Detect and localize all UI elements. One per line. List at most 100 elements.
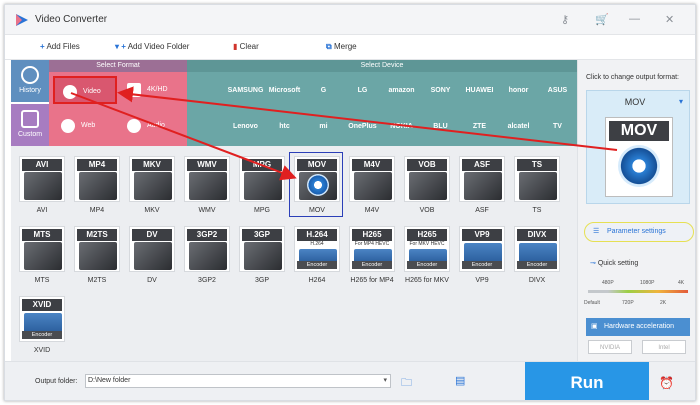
format-grid: AVI AVI MP4 MP4 MKV MKV WMV WMV MPG MPG MOV MOV M4V M… [11, 146, 577, 361]
web-format-button[interactable]: Web [53, 112, 117, 140]
clock-icon [21, 66, 39, 84]
select-format-header: Select Format [49, 60, 187, 72]
preview-folder-icon[interactable]: ▤ [455, 374, 465, 387]
web-label: Web [81, 122, 96, 129]
encoder-badge: Encoder [297, 261, 337, 269]
format-tile[interactable]: AVI [19, 156, 65, 202]
device-brand-button[interactable]: alcatel [499, 110, 538, 144]
close-icon[interactable]: ✕ [665, 13, 674, 26]
format-label: MPG [254, 207, 270, 214]
toolbar: + Add Files ▾ + Add Video Folder ▮ Clear… [5, 35, 695, 60]
output-folder-input[interactable]: D:\New folder ▾ [85, 374, 391, 388]
add-files-button[interactable]: + Add Files [40, 42, 80, 51]
format-tag: MTS [22, 229, 62, 241]
device-brand-button[interactable]: amazon [382, 74, 421, 108]
format-tile[interactable]: DV [129, 226, 175, 272]
format-subtitle: For MKV HEVC [409, 241, 445, 247]
folder-plus-icon: + [121, 42, 126, 51]
format-tile[interactable]: XVID Encoder [19, 296, 65, 342]
encoder-badge: Encoder [352, 261, 392, 269]
format-tile[interactable]: M2TS [74, 226, 120, 272]
select-device-header: Select Device [187, 60, 577, 72]
format-tag: XVID [22, 299, 62, 311]
format-tile[interactable]: TS [514, 156, 560, 202]
video-format-button[interactable]: Video [53, 76, 117, 104]
device-brand-button[interactable]: Microsoft [265, 74, 304, 108]
device-brand-button[interactable]: NOKIA [382, 110, 421, 144]
format-artwork-icon [464, 243, 502, 263]
minimize-icon[interactable]: — [629, 13, 640, 25]
format-label: XVID [33, 347, 51, 354]
chevron-down-icon[interactable]: ▾ [115, 42, 119, 51]
cart-icon[interactable]: 🛒 [595, 13, 609, 26]
run-button[interactable]: Run [525, 362, 649, 400]
output-format-selector[interactable]: MOV ▾ MOV [586, 90, 690, 204]
format-label: H264 [308, 277, 326, 284]
device-brand-button[interactable]: HUAWEI [460, 74, 499, 108]
chevron-down-icon[interactable]: ▾ [383, 375, 387, 387]
quality-slider[interactable] [588, 290, 688, 293]
parameter-settings-button[interactable]: ☰ Parameter settings [584, 222, 694, 242]
quality-tick: 4K [678, 280, 685, 286]
device-brand-button[interactable]: Lenovo [226, 110, 265, 144]
format-artwork-icon [519, 172, 557, 200]
format-tile[interactable]: H265 For MP4 HEVC Encoder [349, 226, 395, 272]
format-tile[interactable]: VP9 Encoder [459, 226, 505, 272]
device-brand-button[interactable]: ZTE [460, 110, 499, 144]
format-tile[interactable]: DIVX Encoder [514, 226, 560, 272]
format-label: M4V [364, 207, 380, 214]
app-logo-icon [16, 14, 28, 26]
device-brand-button[interactable]: honor [499, 74, 538, 108]
format-tile[interactable]: 3GP2 [184, 226, 230, 272]
format-tile[interactable]: MPG [239, 156, 285, 202]
format-tag: M4V [352, 159, 392, 171]
4k-hd-format-button[interactable]: 4K/HD [119, 76, 183, 104]
mov-icon-tag: MOV [609, 121, 669, 141]
hardware-acceleration-toggle[interactable]: ▣ Hardware acceleration [586, 318, 690, 336]
device-brand-button[interactable]: ASUS [538, 74, 577, 108]
format-tile[interactable]: MP4 [74, 156, 120, 202]
device-brand-button[interactable]: TV [538, 110, 577, 144]
device-brand-button[interactable]: SAMSUNG [226, 74, 265, 108]
device-brand-button[interactable] [187, 110, 226, 144]
format-tile[interactable]: M4V [349, 156, 395, 202]
add-video-folder-button[interactable]: ▾ + Add Video Folder [115, 42, 189, 51]
device-brand-button[interactable]: mi [304, 110, 343, 144]
nvidia-chip[interactable]: NVIDIA [588, 340, 632, 354]
format-artwork-icon [244, 172, 282, 200]
format-tile[interactable]: H265 For MKV HEVC Encoder [404, 226, 450, 272]
device-brand-button[interactable]: LG [343, 74, 382, 108]
device-brand-button[interactable]: G [304, 74, 343, 108]
hardware-acceleration-label: Hardware acceleration [604, 323, 675, 330]
format-tile[interactable]: ASF [459, 156, 505, 202]
app-window: Video Converter ⚷ 🛒 — ✕ + Add Files ▾ + … [4, 4, 696, 401]
device-brand-button[interactable]: SONY [421, 74, 460, 108]
device-brand-button[interactable] [187, 74, 226, 108]
format-tile[interactable]: H.264 H.264 Encoder [294, 226, 340, 272]
device-brand-button[interactable]: OnePlus [343, 110, 382, 144]
device-brand-button[interactable]: BLU [421, 110, 460, 144]
custom-category[interactable]: Custom [11, 104, 49, 146]
intel-chip[interactable]: Intel [642, 340, 686, 354]
key-icon[interactable]: ⚷ [561, 13, 569, 26]
merge-button[interactable]: ⧉ Merge [326, 42, 357, 52]
history-category[interactable]: History [11, 60, 49, 102]
quick-setting-label: ⊸ Quick setting [590, 259, 638, 267]
video-label: Video [83, 88, 101, 95]
clear-button[interactable]: ▮ Clear [233, 42, 259, 51]
format-tag: 3GP [242, 229, 282, 241]
encoder-badge: Encoder [462, 261, 502, 269]
format-tag: DV [132, 229, 172, 241]
format-tile[interactable]: 3GP [239, 226, 285, 272]
device-brand-button[interactable]: htc [265, 110, 304, 144]
alarm-clock-icon[interactable]: ⏰ [659, 376, 674, 390]
open-folder-icon[interactable]: 🗀 [401, 374, 412, 393]
format-tile[interactable]: MTS [19, 226, 65, 272]
format-label: AVI [36, 207, 48, 214]
format-tile[interactable]: VOB [404, 156, 450, 202]
format-tile[interactable]: MKV [129, 156, 175, 202]
format-tag: M2TS [77, 229, 117, 241]
format-tile[interactable]: WMV [184, 156, 230, 202]
history-label: History [19, 87, 41, 94]
audio-format-button[interactable]: Audio [119, 112, 183, 140]
